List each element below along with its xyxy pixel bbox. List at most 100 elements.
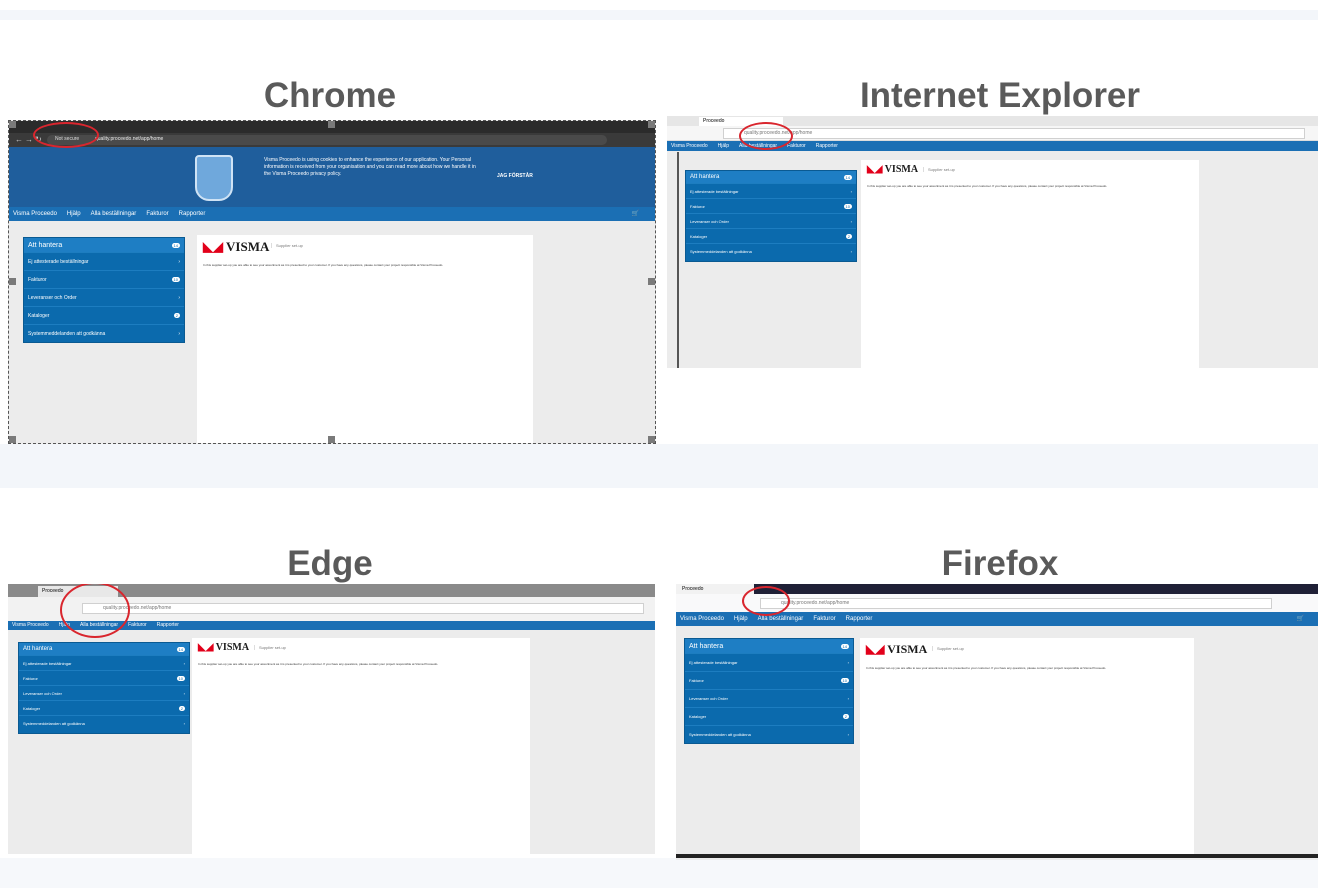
url-text: quality.proceedo.net/app/home	[95, 136, 164, 142]
nav-item-invoices[interactable]: Fakturor	[787, 143, 806, 149]
resize-handle[interactable]	[9, 121, 16, 128]
nav-item-home[interactable]: Visma Proceedo	[12, 622, 49, 628]
title-chrome: Chrome	[263, 76, 397, 115]
nav-item-reports[interactable]: Rapporter	[179, 211, 206, 217]
menu-item[interactable]: Fakturor 10	[24, 270, 184, 288]
menu-item[interactable]: Kataloger 2	[24, 306, 184, 324]
page-body-text: In this supplier set-up you are able to …	[867, 184, 1108, 188]
cart-icon[interactable]: 🛒	[632, 207, 639, 221]
menu-item-count: 10	[176, 675, 185, 681]
content-panel: ◣◢ VISMA Supplier set-up In this supplie…	[860, 638, 1194, 854]
ie-screenshot: Proceedo quality.proceedo.net/app/home V…	[667, 116, 1318, 368]
cookie-banner: Visma Proceedo is using cookies to enhan…	[9, 147, 655, 207]
nav-item-invoices[interactable]: Fakturor	[813, 616, 835, 622]
page-subtitle: Supplier set-up	[923, 167, 955, 172]
firefox-bottom-bar	[676, 854, 1318, 858]
menu-item-count: 2	[178, 705, 185, 711]
menu-header-label: Att hantera	[28, 241, 63, 249]
chevron-right-icon: ›	[847, 732, 849, 737]
back-icon[interactable]: ←	[15, 135, 23, 144]
menu-item[interactable]: Fakturor 10	[686, 198, 856, 213]
resize-handle[interactable]	[9, 278, 16, 285]
menu-item[interactable]: Ej attesterade beställningar ›	[685, 653, 853, 671]
menu-header[interactable]: Att hantera 14	[686, 171, 856, 183]
chevron-right-icon: ›	[850, 248, 852, 254]
menu-header-label: Att hantera	[690, 174, 720, 180]
visma-logo: ◣◢ VISMA	[203, 239, 270, 254]
nav-item-orders[interactable]: Alla beställningar	[758, 616, 804, 622]
nav-item-reports[interactable]: Rapporter	[816, 143, 838, 149]
ie-address-bar[interactable]: quality.proceedo.net/app/home	[723, 128, 1305, 139]
menu-item[interactable]: Leveranser och Order ›	[686, 213, 856, 228]
chevron-right-icon: ›	[183, 660, 185, 666]
cookie-accept-button[interactable]: JAG FÖRSTÅR	[497, 173, 533, 179]
menu-header[interactable]: Att hantera 14	[685, 639, 853, 653]
menu-item-label: Ej attesterade beställningar	[23, 660, 72, 666]
nav-item-orders[interactable]: Alla beställningar	[91, 211, 137, 217]
resize-handle[interactable]	[328, 121, 335, 128]
menu-item[interactable]: Systemmeddelanden att godkänna ›	[19, 715, 189, 730]
edge-address-bar[interactable]: quality.proceedo.net/app/home	[82, 603, 644, 614]
resize-handle[interactable]	[328, 436, 335, 443]
nav-item-home[interactable]: Visma Proceedo	[671, 143, 708, 149]
menu-item[interactable]: Fakturor 10	[19, 670, 189, 685]
menu-header[interactable]: Att hantera 14	[24, 238, 184, 252]
resize-handle[interactable]	[648, 121, 655, 128]
menu-item-label: Ej attesterade beställningar	[28, 258, 89, 265]
cookie-shield-icon	[195, 155, 233, 201]
firefox-address-bar[interactable]: quality.proceedo.net/app/home	[760, 598, 1272, 609]
ie-left-edge	[677, 152, 679, 368]
nav-item-invoices[interactable]: Fakturor	[146, 211, 168, 217]
menu-item[interactable]: Ej attesterade beställningar ›	[19, 655, 189, 670]
menu-item[interactable]: Kataloger 2	[686, 228, 856, 243]
menu-item-label: Ej attesterade beställningar	[690, 188, 739, 194]
cart-icon[interactable]: 🛒	[1297, 612, 1304, 626]
nav-item-help[interactable]: Hjälp	[718, 143, 729, 149]
forward-icon[interactable]: →	[25, 135, 33, 144]
nav-item-reports[interactable]: Rapporter	[157, 622, 179, 628]
firefox-tab[interactable]: Proceedo	[676, 584, 754, 594]
nav-item-invoices[interactable]: Fakturor	[128, 622, 147, 628]
menu-item-count: 2	[173, 313, 180, 318]
menu-item[interactable]: Ej attesterade beställningar ›	[24, 252, 184, 270]
annotation-circle	[739, 122, 793, 150]
nav-item-home[interactable]: Visma Proceedo	[13, 211, 57, 217]
menu-item-label: Fakturor	[23, 675, 38, 681]
page-subtitle: Supplier set-up	[271, 243, 303, 248]
menu-item[interactable]: Systemmeddelanden att godkänna ›	[24, 324, 184, 342]
page-subtitle: Supplier set-up	[932, 646, 964, 651]
app-nav: Visma Proceedo Hjälp Alla beställningar Fak…	[9, 207, 655, 221]
menu-item[interactable]: Kataloger 2	[685, 707, 853, 725]
firefox-screenshot: Proceedo quality.proceedo.net/app/home V…	[676, 584, 1318, 860]
menu-header-label: Att hantera	[689, 642, 724, 650]
chrome-address-bar[interactable]: Not secure quality.proceedo.net/app/home	[47, 135, 607, 145]
annotation-circle	[33, 122, 99, 148]
menu-item[interactable]: Leveranser och Order ›	[19, 685, 189, 700]
menu-header[interactable]: Att hantera 14	[19, 643, 189, 655]
chevron-right-icon: ›	[178, 258, 180, 265]
nav-item-help[interactable]: Hjälp	[67, 211, 81, 217]
todo-menu: Att hantera 14 Ej attesterade beställning…	[18, 642, 190, 734]
resize-handle[interactable]	[648, 278, 655, 285]
menu-item[interactable]: Ej attesterade beställningar ›	[686, 183, 856, 198]
chrome-toolbar: ← → ↻ Not secure quality.proceedo.net/ap…	[9, 133, 655, 147]
bottom-band	[0, 858, 1318, 888]
nav-item-home[interactable]: Visma Proceedo	[680, 616, 724, 622]
menu-item[interactable]: Systemmeddelanden att godkänna ›	[686, 243, 856, 258]
menu-item[interactable]: Kataloger 2	[19, 700, 189, 715]
resize-handle[interactable]	[648, 436, 655, 443]
title-edge: Edge	[287, 544, 373, 583]
menu-item-count: 2	[842, 714, 849, 719]
resize-handle[interactable]	[9, 436, 16, 443]
menu-header-count: 14	[171, 242, 180, 248]
menu-item[interactable]: Systemmeddelanden att godkänna ›	[685, 725, 853, 743]
menu-item[interactable]: Fakturor 10	[685, 671, 853, 689]
content-panel: ◣◢ VISMA Supplier set-up In this supplie…	[192, 638, 530, 854]
menu-item-label: Kataloger	[690, 233, 708, 239]
nav-item-help[interactable]: Hjälp	[734, 616, 748, 622]
menu-item[interactable]: Leveranser och Order ›	[685, 689, 853, 707]
menu-item[interactable]: Leveranser och Order ›	[24, 288, 184, 306]
menu-item-label: Fakturor	[690, 203, 705, 209]
page-body-text: In this supplier set-up you are able to …	[203, 263, 444, 267]
nav-item-reports[interactable]: Rapporter	[846, 616, 873, 622]
